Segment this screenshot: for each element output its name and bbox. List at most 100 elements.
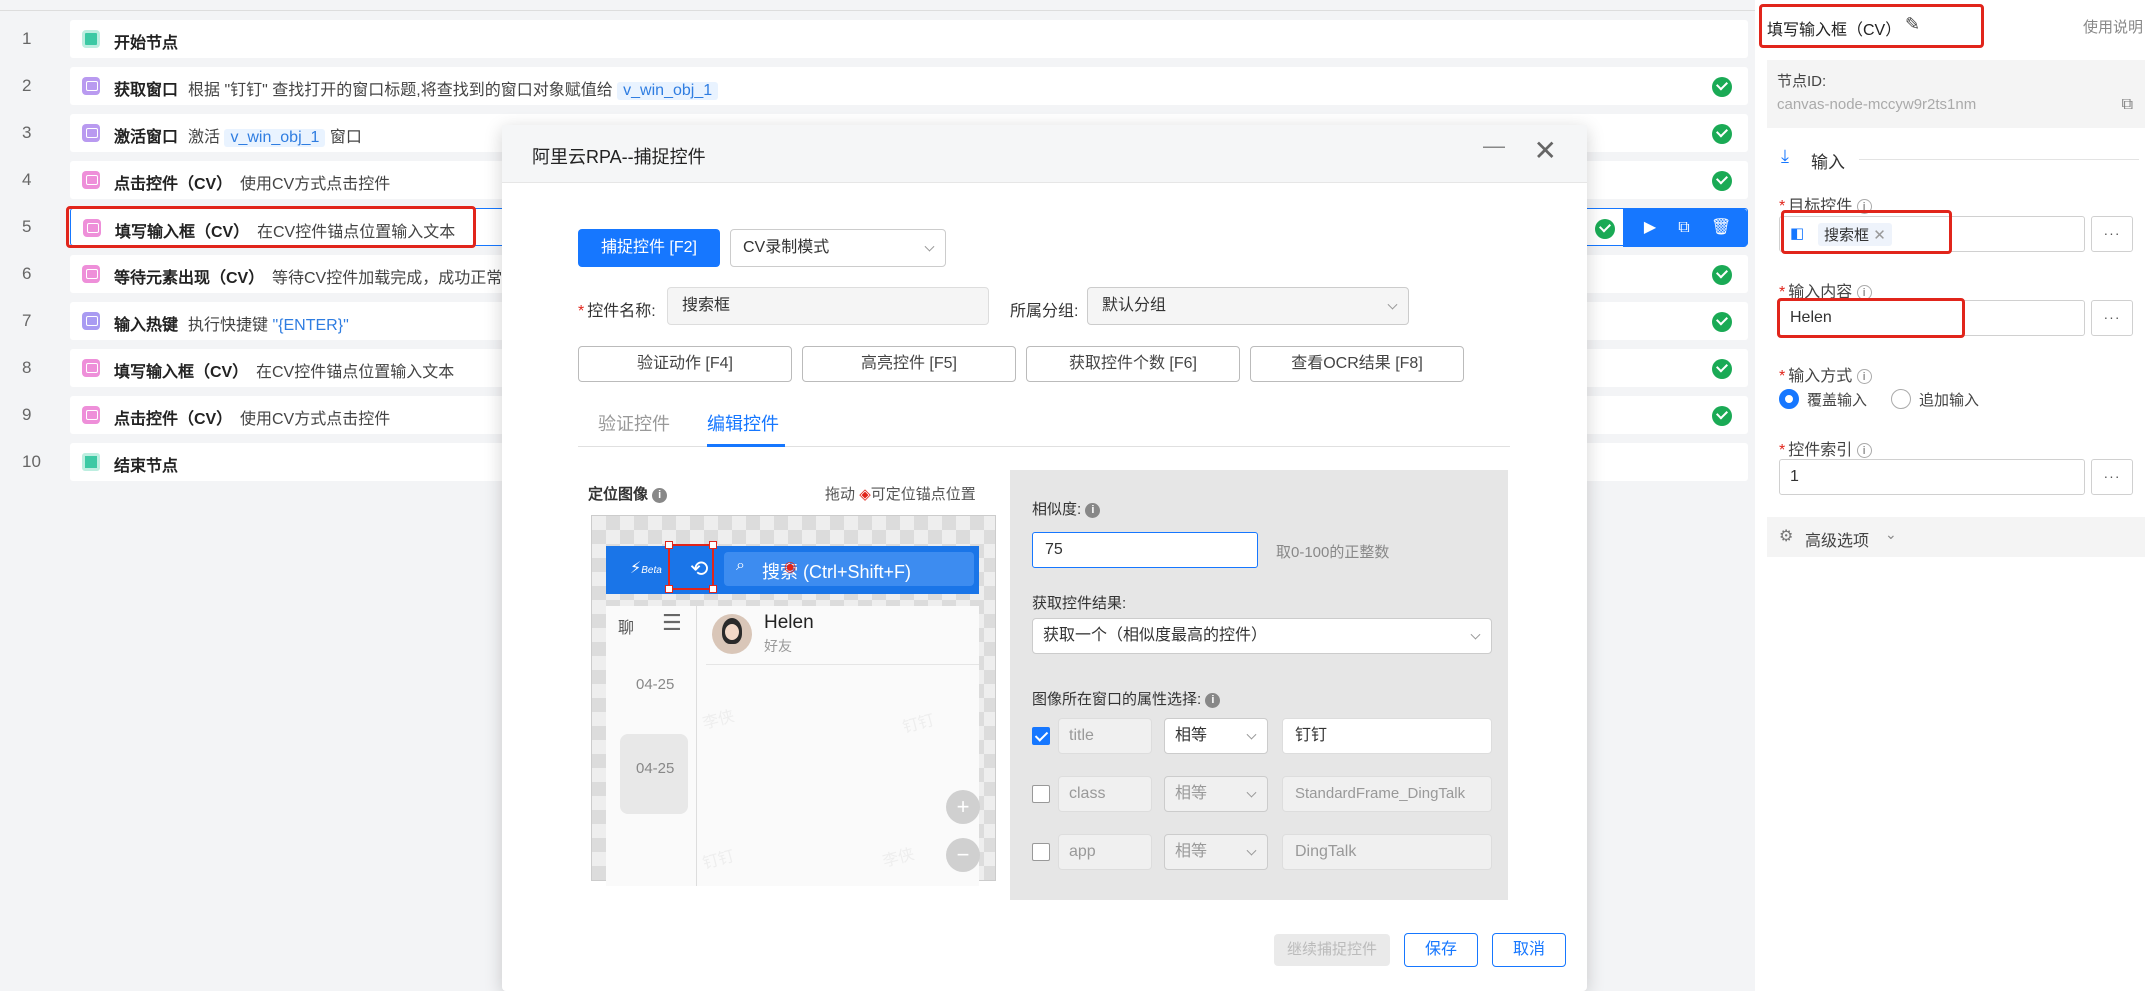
info-icon: i xyxy=(1856,369,1872,385)
zoom-out-icon[interactable]: − xyxy=(946,838,980,872)
node-action-bar: ▶ ⧉ 🗑 xyxy=(1623,209,1747,247)
target-control-tag[interactable]: 搜索框 ✕ xyxy=(1818,223,1892,246)
attr-value-input[interactable]: DingTalk xyxy=(1282,834,1492,870)
label-text: 目标控件 xyxy=(1788,198,1853,215)
attr-value-input[interactable]: 钉钉 xyxy=(1282,718,1492,754)
input-content-field[interactable]: Helen xyxy=(1779,300,2085,336)
node-title: 等待元素出现（CV） xyxy=(114,270,265,287)
target-more-button[interactable] xyxy=(2091,216,2133,252)
divider xyxy=(0,10,1755,11)
search-icon: ⌕ xyxy=(736,557,745,574)
radio-append-label[interactable]: 追加输入 xyxy=(1919,389,1979,410)
radio-append[interactable] xyxy=(1891,389,1911,409)
locate-image-preview[interactable]: ⚡Beta ⟲ ⌕ 搜索 (Ctrl+Shift+F) ◉ 聊 ☰ Helen … xyxy=(591,515,996,886)
desc-text: 激活 xyxy=(188,129,221,146)
highlight-control-button[interactable]: 高亮控件 [F5] xyxy=(802,346,1016,382)
row-number: 4 xyxy=(22,170,32,189)
menu-icon: ☰ xyxy=(662,610,682,635)
minimize-icon[interactable]: — xyxy=(1483,133,1505,159)
info-icon: i xyxy=(1856,199,1872,215)
resize-handle[interactable] xyxy=(665,585,673,593)
avatar xyxy=(712,614,752,654)
resize-handle[interactable] xyxy=(709,541,717,549)
debug-icon[interactable]: ⧉ xyxy=(1675,219,1693,237)
index-more-button[interactable] xyxy=(2091,459,2133,495)
divider xyxy=(706,664,979,665)
anchor-selection-box[interactable] xyxy=(665,541,717,593)
flow-node-card[interactable]: 开始节点 xyxy=(70,20,1748,58)
attr-class-checkbox[interactable] xyxy=(1032,785,1050,803)
advanced-options-label: 高级选项 xyxy=(1805,533,1870,550)
node-title: 开始节点 xyxy=(114,35,179,52)
anchor-point-icon[interactable]: ◉ xyxy=(784,558,796,575)
node-id-box: 节点ID: canvas-node-mccyw9r2ts1nm ⧉ xyxy=(1767,60,2145,128)
hint-text: 可定位锚点位置 xyxy=(870,486,976,503)
node-title: 获取窗口 xyxy=(114,82,179,99)
click-icon xyxy=(82,171,100,189)
radio-overwrite-label[interactable]: 覆盖输入 xyxy=(1807,389,1867,410)
tab-edit-control[interactable]: 编辑控件 xyxy=(707,410,779,436)
remove-tag-icon[interactable]: ✕ xyxy=(1873,227,1886,244)
verify-action-button[interactable]: 验证动作 [F4] xyxy=(578,346,792,382)
record-mode-select[interactable]: CV录制模式 xyxy=(730,229,946,267)
save-button[interactable]: 保存 xyxy=(1404,933,1478,967)
node-description: 根据 "钉钉" 查找打开的窗口标题,将查找到的窗口对象赋值给 v_win_obj… xyxy=(188,76,719,100)
input-content-label: * 输入内容 i xyxy=(1779,278,1872,302)
tab-verify-control[interactable]: 验证控件 xyxy=(598,410,670,436)
row-number: 8 xyxy=(22,358,32,377)
target-control-field[interactable]: ◧ 搜索框 ✕ xyxy=(1779,216,2085,252)
info-icon: i xyxy=(652,487,668,503)
flow-row[interactable]: 2 获取窗口 根据 "钉钉" 查找打开的窗口标题,将查找到的窗口对象赋值给 v_… xyxy=(0,67,1755,107)
capture-control-button[interactable]: 捕捉控件 [F2] xyxy=(578,229,720,267)
close-icon[interactable]: ✕ xyxy=(1534,137,1557,165)
success-check-icon xyxy=(1712,406,1732,426)
zoom-in-icon[interactable]: + xyxy=(946,790,980,824)
run-icon[interactable]: ▶ xyxy=(1641,219,1659,237)
count-controls-button[interactable]: 获取控件个数 [F6] xyxy=(1026,346,1240,382)
content-more-button[interactable] xyxy=(2091,300,2133,336)
node-title: 填写输入框（CV） xyxy=(115,224,250,241)
properties-panel: 填写输入框（CV） ✎ 使用说明 节点ID: canvas-node-mccyw… xyxy=(1755,0,2155,991)
attr-operator-select[interactable]: 相等 xyxy=(1164,776,1268,812)
row-number: 10 xyxy=(22,452,41,471)
node-description: 使用CV方式点击控件 xyxy=(240,411,391,428)
help-link[interactable]: 使用说明 xyxy=(2083,16,2143,37)
attr-operator-select[interactable]: 相等 xyxy=(1164,718,1268,754)
resize-handle[interactable] xyxy=(665,541,673,549)
node-id-value: canvas-node-mccyw9r2ts1nm xyxy=(1777,96,1977,113)
attr-value-input[interactable]: StandardFrame_DingTalk xyxy=(1282,776,1492,812)
node-title: 点击控件（CV） xyxy=(114,176,233,193)
cancel-button[interactable]: 取消 xyxy=(1492,933,1566,967)
advanced-options-toggle[interactable]: ⚙ 高级选项 ⌄ xyxy=(1767,517,2145,557)
chevron-down-icon xyxy=(1387,299,1398,310)
delete-icon[interactable]: 🗑 xyxy=(1711,219,1731,237)
similarity-input[interactable]: 75 xyxy=(1032,532,1258,568)
edit-icon[interactable]: ✎ xyxy=(1905,14,1920,35)
attr-app-checkbox[interactable] xyxy=(1032,843,1050,861)
group-select[interactable]: 默认分组 xyxy=(1087,287,1409,325)
radio-overwrite[interactable] xyxy=(1779,389,1799,409)
resize-handle[interactable] xyxy=(709,585,717,593)
watermark: 钉钉 xyxy=(900,712,937,737)
continue-capture-button[interactable]: 继续捕捉控件 xyxy=(1274,934,1390,966)
copy-icon[interactable]: ⧉ xyxy=(2122,96,2133,114)
attr-title-checkbox[interactable] xyxy=(1032,727,1050,745)
control-name-label: * 控件名称: xyxy=(578,303,656,320)
view-ocr-button[interactable]: 查看OCR结果 [F8] xyxy=(1250,346,1464,382)
attr-operator-select[interactable]: 相等 xyxy=(1164,834,1268,870)
node-title: 点击控件（CV） xyxy=(114,411,233,428)
flow-row[interactable]: 1 开始节点 xyxy=(0,20,1755,60)
dialog-title: 阿里云RPA--捕捉控件 xyxy=(532,147,706,167)
control-name-input[interactable]: 搜索框 xyxy=(667,287,989,325)
window-icon xyxy=(82,124,100,142)
variable-tag: v_win_obj_1 xyxy=(224,129,326,147)
select-value: 默认分组 xyxy=(1102,297,1167,314)
attr-name-field: app xyxy=(1058,834,1152,870)
chevron-down-icon xyxy=(1470,629,1481,640)
result-select[interactable]: 获取一个（相似度最高的控件） xyxy=(1032,618,1492,654)
end-node-icon xyxy=(82,453,100,471)
beta-text: Beta xyxy=(641,565,662,576)
chevron-down-icon xyxy=(1246,845,1257,856)
flow-node-card[interactable]: 获取窗口 根据 "钉钉" 查找打开的窗口标题,将查找到的窗口对象赋值给 v_wi… xyxy=(70,67,1748,105)
control-index-field[interactable]: 1 xyxy=(1779,459,2085,495)
